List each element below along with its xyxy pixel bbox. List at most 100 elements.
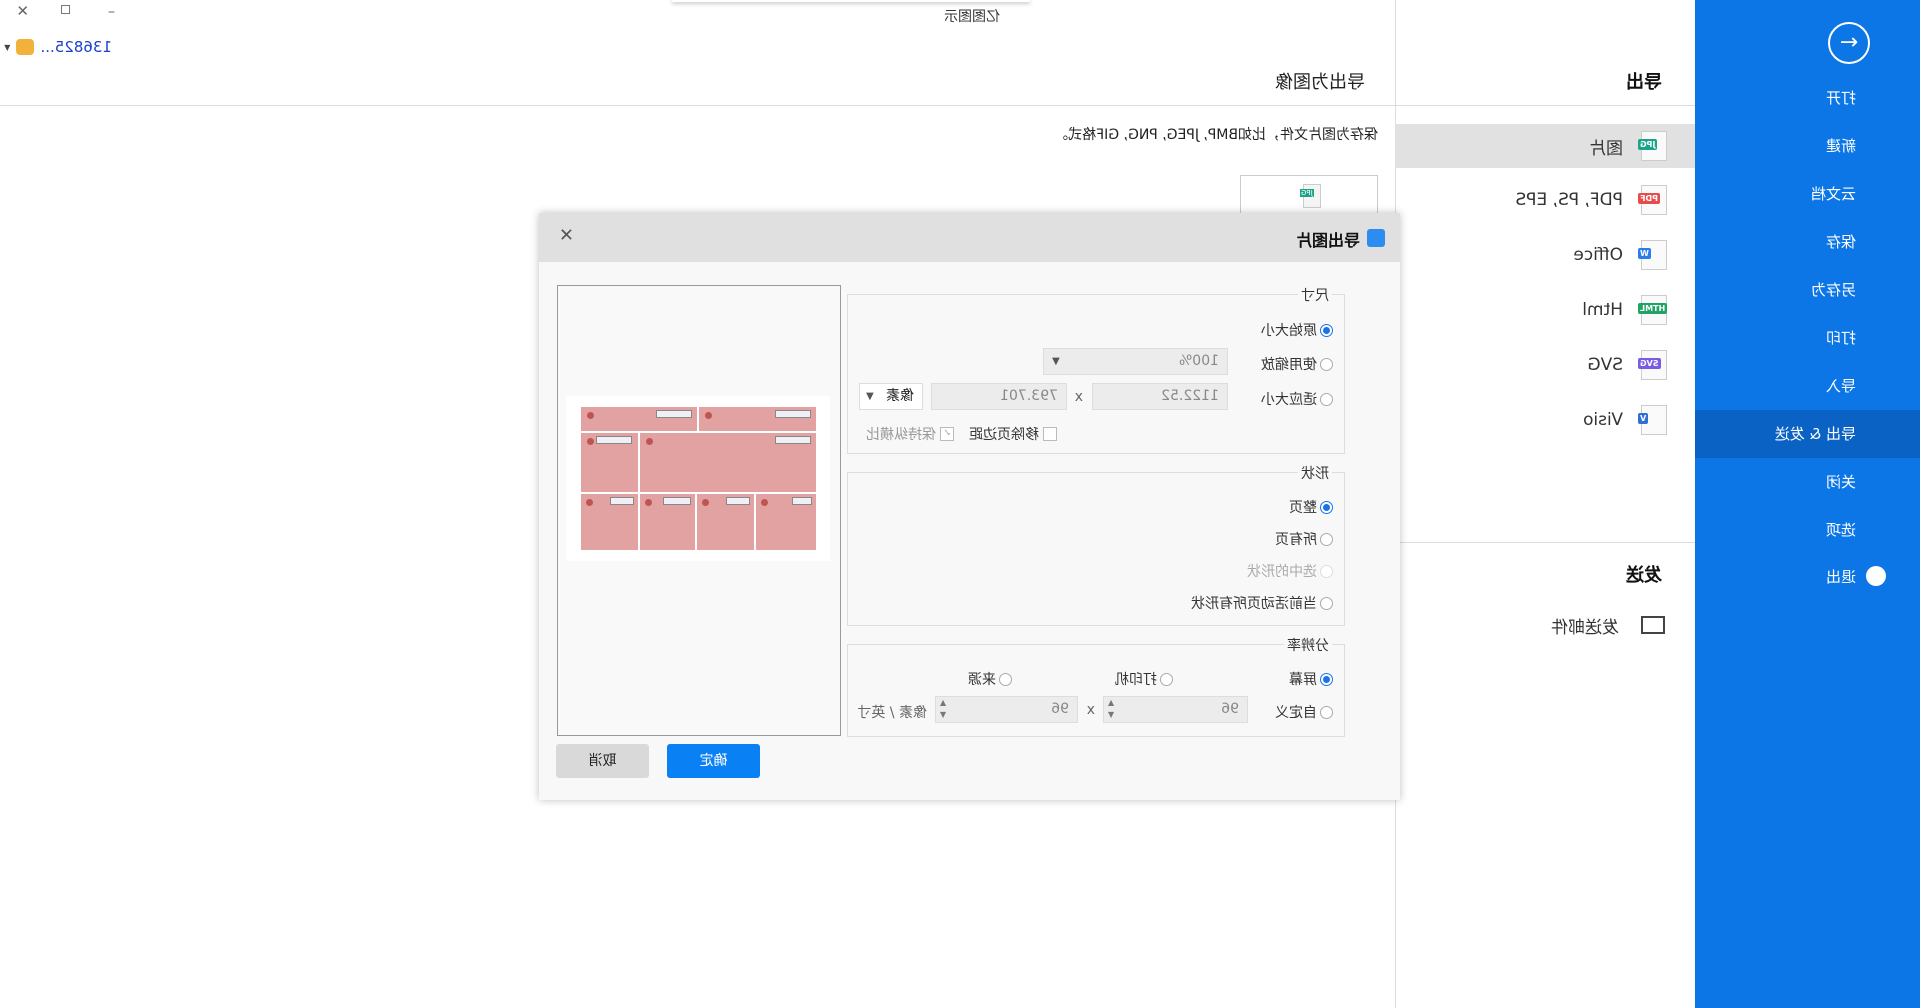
sidebar-item-label: 选项 (1825, 521, 1856, 539)
preview-diagram (580, 406, 817, 551)
dialog-title: 导出图片 (1295, 231, 1360, 250)
sidebar-item-label: 打印 (1825, 329, 1856, 347)
sidebar-item-label: 退出 (1825, 568, 1856, 586)
times-label: x (1074, 389, 1083, 405)
format-label: Visio (1583, 410, 1623, 430)
resolution-legend: 分辨率 (1284, 635, 1332, 655)
ok-button[interactable]: 确定 (667, 744, 760, 778)
format-label: PDF, PS, EPS (1515, 190, 1623, 210)
format-item[interactable]: JPG 图片 (1395, 124, 1695, 168)
dropdown-arrow-icon[interactable]: ▼ (4, 43, 10, 52)
width-input[interactable]: 1122.52 (1092, 383, 1228, 410)
mail-icon (1641, 616, 1665, 634)
sidebar-item[interactable]: 云文档 (1695, 170, 1920, 218)
radio-screen[interactable]: 屏幕 (1289, 669, 1333, 689)
export-panel: 导出 JPG 图片 PDF PDF, PS, EPS W Office HTML Html SV… (1395, 0, 1695, 1008)
format-item[interactable]: V Visio (1395, 398, 1695, 442)
minimize-icon[interactable]: – (108, 4, 115, 20)
sidebar-item-label: 新建 (1825, 137, 1856, 155)
radio-current-page-shapes[interactable]: 当前活动页所有形状 (1191, 593, 1333, 613)
cancel-button[interactable]: 取消 (556, 744, 649, 778)
radio-use-zoom[interactable]: 使用缩放 (1261, 354, 1333, 374)
zoom-select[interactable]: 100% ▼ (1043, 348, 1228, 375)
export-image-dialog: 导出图片 ✕ 尺寸 原始大小 使用缩放 100% ▼ 适应大小 1122.52 x… (539, 213, 1400, 800)
send-email-label: 发送邮件 (1551, 617, 1619, 638)
sidebar-item-label: 打开 (1825, 89, 1856, 107)
format-item[interactable]: SVG SVG (1395, 343, 1695, 387)
unit-select[interactable]: 像素 ▼ (859, 383, 923, 410)
vip-diamond-icon (16, 39, 35, 55)
sidebar-item[interactable]: 退出 (1695, 553, 1920, 601)
sidebar-item-label: 导出 & 发送 (1774, 425, 1856, 443)
sidebar: → 打开新建云文档保存另存为打印导入导出 & 发送关闭选项退出 (1695, 0, 1920, 1008)
radio-all-pages[interactable]: 所有页 (1275, 529, 1333, 549)
resolution-group: 分辨率 (847, 635, 1345, 737)
close-icon[interactable]: ✕ (16, 2, 29, 20)
sidebar-item[interactable]: 选项 (1695, 506, 1920, 554)
times-label: x (1086, 702, 1095, 718)
sidebar-item[interactable]: 导出 & 发送 (1695, 410, 1920, 458)
dpi-x-input[interactable]: 96 ▲ ▼ (1103, 696, 1248, 723)
radio-selected-shapes[interactable]: 选中的形状 (1247, 561, 1333, 581)
dialog-app-icon (1367, 229, 1385, 247)
content-description: 保存为图片文件，比如BMP, JPEG, PNG, GIF格式。 (1054, 127, 1378, 143)
preview-page (566, 396, 830, 561)
format-item[interactable]: W Office (1395, 233, 1695, 277)
sidebar-item[interactable]: 保存 (1695, 218, 1920, 266)
file-type-icon: HTML (1638, 295, 1668, 325)
sidebar-item-label: 云文档 (1810, 185, 1856, 203)
dropdown-arrow-icon: ▼ (1052, 356, 1060, 367)
radio-original-size[interactable]: 原始大小 (1261, 320, 1333, 340)
close-icon[interactable]: ✕ (559, 225, 574, 246)
format-label: SVG (1587, 355, 1623, 375)
username: 136825... (40, 38, 112, 56)
dpi-unit-label: 像素 / 英寸 (857, 705, 927, 721)
sidebar-item[interactable]: 新建 (1695, 122, 1920, 170)
radio-source[interactable]: 来源 (968, 669, 1012, 689)
content-title: 导出为图像 (1275, 72, 1365, 93)
sidebar-item-label: 关闭 (1825, 473, 1856, 491)
sidebar-item-label: 导入 (1825, 377, 1856, 395)
spinner-icon: ▲ ▼ (1108, 698, 1115, 719)
radio-printer[interactable]: 打印机 (1115, 669, 1173, 689)
format-item[interactable]: PDF PDF, PS, EPS (1395, 178, 1695, 222)
export-heading: 导出 (1626, 72, 1662, 93)
dpi-y-input[interactable]: 96 ▲ ▼ (935, 696, 1078, 723)
file-type-icon: PDF (1638, 185, 1667, 215)
format-label: Office (1573, 245, 1623, 265)
shape-legend: 形状 (1298, 463, 1332, 483)
send-email-item[interactable]: 发送邮件 (1395, 603, 1695, 647)
sidebar-item[interactable]: 打印 (1695, 314, 1920, 362)
sidebar-item[interactable]: 打开 (1695, 74, 1920, 122)
format-label: Html (1582, 300, 1623, 320)
format-item[interactable]: HTML Html (1395, 288, 1695, 332)
restore-icon[interactable] (61, 5, 70, 14)
popup-edge (672, 0, 1030, 2)
file-type-icon: JPG (1638, 131, 1667, 161)
radio-fit-size[interactable]: 适应大小 (1261, 389, 1333, 409)
format-label: 图片 (1589, 138, 1623, 159)
radio-custom[interactable]: 自定义 (1275, 702, 1333, 722)
sidebar-item-label: 保存 (1825, 233, 1856, 251)
sidebar-item[interactable]: 导入 (1695, 362, 1920, 410)
file-type-icon: V (1638, 405, 1667, 435)
spinner-icon: ▲ ▼ (940, 698, 947, 719)
jpg-file-icon: JPG (1300, 184, 1321, 208)
send-heading: 发送 (1626, 565, 1662, 586)
preview-pane (557, 285, 841, 736)
keep-ratio-checkbox[interactable]: ✓ 保持纵横比 (866, 424, 954, 444)
file-type-icon: W (1638, 240, 1667, 270)
sidebar-item[interactable]: 关闭 (1695, 458, 1920, 506)
dropdown-arrow-icon: ▼ (866, 391, 874, 402)
user-account[interactable]: 136825... ▼ (4, 38, 112, 56)
exit-icon (1866, 565, 1886, 586)
back-arrow-icon[interactable]: → (1828, 22, 1870, 64)
height-input[interactable]: 793.701 (931, 383, 1067, 410)
dialog-header: 导出图片 ✕ (539, 213, 1400, 262)
radio-whole-page[interactable]: 整页 (1289, 497, 1333, 517)
remove-margin-checkbox[interactable]: 移除页边距 (969, 424, 1057, 444)
app-title: 亿图图示 (944, 9, 1000, 25)
sidebar-item[interactable]: 另存为 (1695, 266, 1920, 314)
file-type-icon: SVG (1638, 350, 1667, 380)
sidebar-item-label: 另存为 (1810, 281, 1856, 299)
